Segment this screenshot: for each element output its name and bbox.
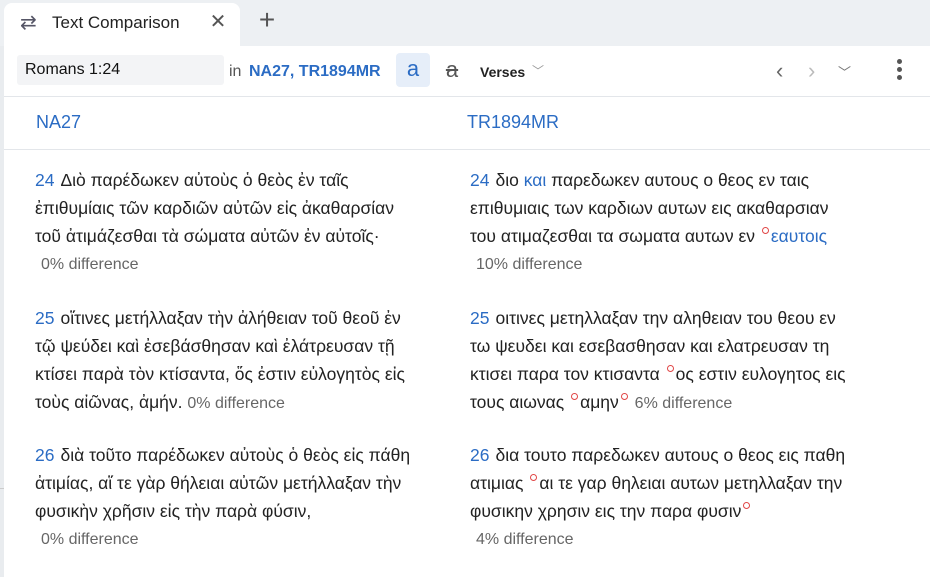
swap-arrows-icon: ⇄	[20, 12, 37, 34]
variant-marker-icon[interactable]	[530, 474, 538, 481]
column-header-left[interactable]: NA27	[36, 97, 81, 149]
verse-left-25: 25 οἵτινες μετήλλαξαν τὴν ἀλήθειαν τοῦ θε…	[35, 304, 405, 418]
show-text-button[interactable]: a	[396, 53, 430, 87]
chevron-down-icon[interactable]: ﹀	[838, 62, 851, 81]
verse-line: επιθυμιαις των καρδιων αυτων εις ακαθαρσ…	[470, 198, 829, 218]
verse-line: Διὸ παρέδωκεν αὐτοὺς ὁ θεὸς ἐν ταῖς	[60, 170, 349, 190]
difference-label: 6% difference	[634, 395, 733, 412]
reference-input[interactable]: Romans 1:24	[17, 55, 224, 85]
verse-text: του ατιμαζεσθαι τα σωματα αυτων εν	[470, 226, 755, 246]
variant-marker-icon[interactable]	[620, 393, 628, 400]
verse-text: ατιμιας	[470, 473, 524, 493]
variant-marker-icon[interactable]	[571, 393, 579, 400]
variant-marker-icon[interactable]	[761, 227, 769, 234]
mode-dropdown[interactable]: Verses	[480, 64, 525, 80]
verse-number[interactable]: 26	[35, 445, 54, 465]
variant-marker-icon[interactable]	[743, 502, 751, 509]
verse-number[interactable]: 24	[470, 170, 489, 190]
difference-label: 0% difference	[187, 395, 285, 412]
difference-label: 4% difference	[476, 531, 574, 548]
verse-text: ος εστιν ευλογητος εις	[675, 364, 846, 384]
verse-left-26: 26 διὰ τοῦτο παρέδωκεν αὐτοὺς ὁ θεὸς εἰς …	[35, 441, 410, 525]
verse-text: φυσικην χρησιν εις την παρα φυσιν	[470, 501, 742, 521]
verse-line: φυσικὴν χρῆσιν εἰς τὴν παρὰ φύσιν,	[35, 501, 312, 521]
strike-text-button[interactable]: a	[436, 55, 468, 85]
verse-left-24: 24 Διὸ παρέδωκεν αὐτοὺς ὁ θεὸς ἐν ταῖς ἐπ…	[35, 166, 394, 250]
verse-text: αμην	[580, 392, 619, 412]
verse-line: τοὺς αἰῶνας, ἀμήν.	[35, 392, 183, 412]
verse-text: διο	[495, 170, 519, 190]
verse-text: αι τε γαρ θηλειαι αυτων μετηλλαξαν την	[539, 473, 843, 493]
verse-line: οιτινες μετηλλαξαν την αληθειαν του θεου…	[495, 308, 836, 328]
verse-right-26: 26 δια τουτο παρεδωκεν αυτους ο θεος εις …	[470, 441, 845, 525]
verse-right-24: 24 διο και παρεδωκεν αυτους ο θεος εν ται…	[470, 166, 829, 250]
verse-text: παρεδωκεν αυτους ο θεος εν ταις	[551, 170, 810, 190]
variant-marker-icon[interactable]	[666, 365, 674, 372]
difference-label: 0% difference	[41, 256, 139, 273]
tab-bar: ⇄ Text Comparison ✕ +	[0, 0, 930, 46]
verse-number[interactable]: 24	[35, 170, 54, 190]
chevron-left-icon[interactable]: ‹	[776, 58, 783, 84]
variant-word[interactable]: και	[524, 170, 547, 190]
verse-text: τους αιωνας	[470, 392, 565, 412]
verse-number[interactable]: 25	[470, 308, 489, 328]
verse-number[interactable]: 26	[470, 445, 489, 465]
verse-line: ἐπιθυμίαις τῶν καρδιῶν αὐτῶν εἰς ἀκαθαρσ…	[35, 198, 395, 218]
verse-line: δια τουτο παρεδωκεν αυτους ο θεος εις πα…	[495, 445, 846, 465]
difference-label: 10% difference	[476, 256, 583, 273]
comparison-panel: Romans 1:24 in NA27, TR1894MR a a Verses…	[4, 46, 930, 577]
column-header-right[interactable]: TR1894MR	[467, 97, 559, 149]
close-icon[interactable]: ✕	[207, 11, 229, 33]
tab-text-comparison[interactable]: ⇄ Text Comparison ✕	[4, 3, 240, 46]
variant-word[interactable]: εαυτοις	[771, 226, 827, 246]
in-label: in	[229, 63, 242, 80]
new-tab-button[interactable]: +	[254, 6, 280, 34]
verse-line: διὰ τοῦτο παρέδωκεν αὐτοὺς ὁ θεὸς εἰς πά…	[60, 445, 411, 465]
difference-label: 0% difference	[41, 531, 139, 548]
verse-line: οἵτινες μετήλλαξαν τὴν ἀλήθειαν τοῦ θεοῦ…	[60, 308, 401, 328]
verse-text: κτισει παρα τον κτισαντα	[470, 364, 660, 384]
more-options-icon[interactable]	[889, 56, 909, 86]
verse-line: τω ψευδει και εσεβασθησαν και ελατρευσαν…	[470, 336, 830, 356]
verse-right-25: 25 οιτινες μετηλλαξαν την αληθειαν του θε…	[470, 304, 846, 418]
versions-link[interactable]: NA27, TR1894MR	[249, 63, 381, 81]
toolbar: Romans 1:24 in NA27, TR1894MR a a Verses…	[4, 46, 930, 97]
verse-line: τῷ ψεύδει καὶ ἐσεβάσθησαν καὶ ἐλάτρευσαν…	[35, 336, 395, 356]
tab-title: Text Comparison	[52, 13, 180, 32]
header-divider	[4, 149, 930, 150]
verse-line: κτίσει παρὰ τὸν κτίσαντα, ὅς ἐστιν εὐλογ…	[35, 364, 405, 384]
chevron-down-icon[interactable]: ﹀	[532, 62, 544, 79]
chevron-right-icon[interactable]: ›	[808, 58, 815, 84]
verse-line: τοῦ ἀτιμάζεσθαι τὰ σώματα αὐτῶν ἐν αὐτοῖ…	[35, 226, 380, 246]
verse-line: ἀτιμίας, αἵ τε γὰρ θήλειαι αὐτῶν μετήλλα…	[35, 473, 402, 493]
verse-number[interactable]: 25	[35, 308, 54, 328]
